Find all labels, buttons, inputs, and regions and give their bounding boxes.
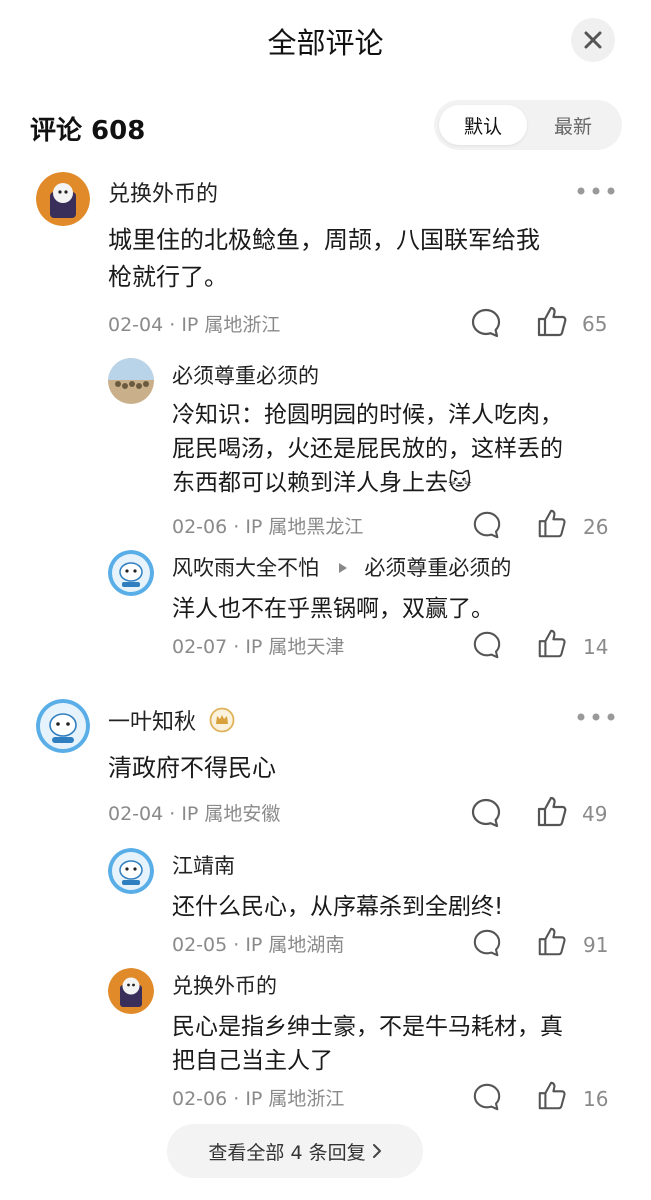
reply-text: 洋人也不在乎黑锅啊，双赢了。: [172, 596, 494, 622]
page-title: 全部评论: [267, 26, 384, 60]
sort-latest-button[interactable]: 最新: [529, 105, 617, 145]
reply-username: 风吹雨大全不怕 必须尊重必须的: [172, 556, 512, 580]
avatar[interactable]: [36, 699, 90, 753]
comment-count-row: 评论 608 默认 最新: [0, 100, 651, 150]
like-count: 26: [583, 515, 609, 539]
reply-text: 民心是指乡绅士豪，不是牛马耗材，真 把自己当主人了: [172, 1014, 563, 1074]
reply-meta: 02-06 · IP 属地浙江: [172, 1088, 345, 1110]
more-options-icon[interactable]: [576, 186, 616, 196]
comment-count: 评论 608: [30, 116, 146, 146]
like-icon[interactable]: [536, 628, 568, 660]
reply-text: 还什么民心，从序幕杀到全剧终!: [172, 894, 504, 920]
crown-badge-icon: [209, 707, 235, 733]
reply-text: 冷知识：抢圆明园的时候，洋人吃肉， 屁民喝汤，火还是屁民放的，这样丢的 东西都可…: [172, 402, 563, 496]
reply-meta: 02-07 · IP 属地天津: [172, 636, 345, 658]
close-icon: [584, 31, 602, 49]
like-icon[interactable]: [536, 926, 568, 958]
avatar[interactable]: [108, 968, 154, 1014]
reply-arrow-icon: [338, 563, 347, 573]
header: 全部评论: [0, 0, 651, 80]
reply-icon[interactable]: [470, 797, 502, 829]
reply-meta: 02-05 · IP 属地湖南: [172, 934, 345, 956]
cat-emoji: 🐱: [448, 470, 472, 496]
comment-username[interactable]: 兑换外币的: [108, 176, 218, 208]
reply-icon[interactable]: [472, 510, 502, 540]
comment-text: 城里住的北极鲶鱼，周颉，八国联军给我 枪就行了。: [108, 226, 540, 291]
like-icon[interactable]: [535, 305, 569, 339]
like-count: 14: [583, 635, 609, 659]
avatar[interactable]: [108, 358, 154, 404]
comment-text: 清政府不得民心: [108, 754, 276, 782]
like-count: 49: [582, 802, 608, 826]
chevron-right-icon: [372, 1144, 381, 1158]
reply-username[interactable]: 兑换外币的: [172, 970, 277, 1000]
avatar[interactable]: [36, 172, 90, 226]
sort-toggle: 默认 最新: [434, 100, 622, 150]
reply-meta: 02-06 · IP 属地黑龙江: [172, 516, 364, 538]
like-icon[interactable]: [536, 508, 568, 540]
reply-icon[interactable]: [472, 1082, 502, 1112]
reply-icon[interactable]: [470, 307, 502, 339]
comment-meta: 02-04 · IP 属地安徽: [108, 803, 281, 825]
comment-username: 一叶知秋: [108, 704, 235, 736]
like-icon[interactable]: [536, 1080, 568, 1112]
like-count: 65: [582, 312, 608, 336]
avatar[interactable]: [108, 550, 154, 596]
comment-meta: 02-04 · IP 属地浙江: [108, 314, 281, 336]
view-all-replies-button[interactable]: 查看全部 4 条回复: [167, 1124, 423, 1178]
more-options-icon[interactable]: [576, 712, 616, 722]
like-icon[interactable]: [535, 795, 569, 829]
reply-icon[interactable]: [472, 928, 502, 958]
close-button[interactable]: [571, 18, 615, 62]
avatar[interactable]: [108, 848, 154, 894]
reply-icon[interactable]: [472, 630, 502, 660]
reply-to-username[interactable]: 必须尊重必须的: [364, 556, 511, 580]
reply-username[interactable]: 必须尊重必须的: [172, 360, 319, 390]
sort-default-button[interactable]: 默认: [439, 105, 527, 145]
like-count: 16: [583, 1087, 609, 1111]
like-count: 91: [583, 933, 609, 957]
reply-username[interactable]: 江靖南: [172, 850, 235, 880]
